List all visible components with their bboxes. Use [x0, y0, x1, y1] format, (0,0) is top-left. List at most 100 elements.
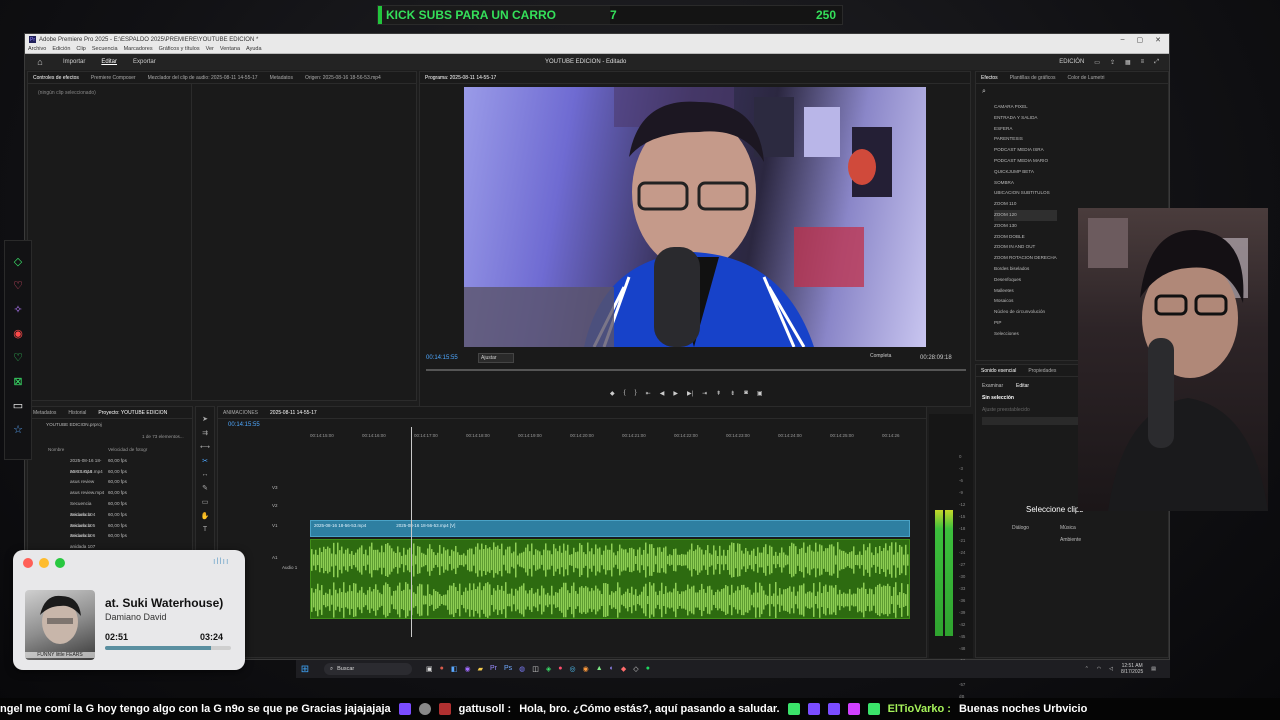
list-item[interactable]: PARENTESIS [994, 134, 1057, 145]
search-icon[interactable]: ⌕ [982, 88, 986, 96]
menu-icon[interactable]: ≡ [1141, 59, 1145, 65]
app-icon[interactable]: ◉ [464, 665, 470, 673]
premiere-app-icon[interactable]: Pr [490, 665, 497, 673]
razor-tool-icon[interactable]: ✂ [202, 457, 208, 465]
tab-lumetri-color[interactable]: Color de Lumetri [1068, 75, 1105, 81]
eye-icon[interactable]: ◉ [13, 327, 23, 341]
out-point-icon[interactable]: } [635, 390, 637, 397]
kick-icon[interactable]: ◇ [14, 255, 22, 269]
ambient-button[interactable]: Ambiente [1060, 537, 1081, 543]
track-select-icon[interactable]: ⇉ [202, 429, 208, 437]
list-item[interactable]: Malleetes [994, 286, 1057, 297]
list-item[interactable]: Desenfoques [994, 275, 1057, 286]
track-label-v1[interactable]: V1 [272, 523, 278, 528]
app-icon[interactable]: ◫ [532, 665, 539, 673]
app-icon[interactable]: ◇ [633, 665, 638, 673]
heart-green-icon[interactable]: ♡ [13, 351, 23, 365]
notification-icon[interactable]: ▤ [1151, 666, 1156, 672]
track-label-a1[interactable]: A1 [272, 555, 278, 560]
list-item[interactable]: Mosaicos [994, 296, 1057, 307]
minimize-dot[interactable] [39, 558, 49, 568]
app-icon[interactable]: ▲ [596, 665, 603, 673]
tab-graphics-templates[interactable]: Plantillas de gráficos [1010, 75, 1056, 81]
ripple-edit-icon[interactable]: ⟷ [200, 443, 210, 451]
list-item[interactable]: PODCAST MEDIA MARIO [994, 156, 1057, 167]
audio-waveform-track[interactable] [310, 539, 910, 619]
tab-history[interactable]: Historial [68, 410, 86, 416]
tab-effect-controls[interactable]: Controles de efectos [33, 75, 79, 81]
list-item[interactable]: QUICKJUMP BETA [994, 167, 1057, 178]
chrome-icon[interactable]: ◎ [570, 665, 576, 673]
type-tool-icon[interactable]: T [203, 526, 207, 533]
tab-metadata[interactable]: Metadatos [270, 75, 293, 81]
lift-icon[interactable]: ⇞ [716, 390, 721, 397]
home-icon[interactable]: ⌂ [25, 57, 55, 67]
list-item[interactable]: Bordes biselados [994, 264, 1057, 275]
tab-essential-sound[interactable]: Sonido esencial [981, 368, 1016, 374]
program-video-frame[interactable] [464, 87, 926, 347]
app-icon[interactable]: ◉ [583, 665, 589, 673]
expand-icon[interactable]: ⤢ [1154, 59, 1159, 66]
step-forward-icon[interactable]: ▶| [687, 390, 693, 397]
list-item[interactable]: CAMARA PIXEL [994, 102, 1057, 113]
workspace-label[interactable]: EDICIÓN [1059, 59, 1084, 65]
tab-editar[interactable]: Editar [93, 59, 125, 65]
program-scrubber[interactable] [426, 369, 966, 371]
menu-ayuda[interactable]: Ayuda [246, 46, 262, 52]
list-item[interactable]: ZOOM IN AND OUT [994, 242, 1057, 253]
table-row[interactable]: ASUS G18.mp4 60,00 fps [28, 467, 192, 478]
folder-icon[interactable]: ▰ [478, 665, 483, 673]
track-label-v3[interactable]: V3 [272, 485, 278, 490]
star4-icon[interactable]: ✧ [13, 303, 22, 317]
list-item[interactable]: PIP [994, 318, 1057, 329]
time-ruler[interactable]: 00:14:15:00 00:14:16:00 00:14:17:00 00:1… [310, 433, 910, 441]
tab-properties[interactable]: Propiedades [1028, 368, 1056, 374]
tab-metadata-2[interactable]: Metadatos [33, 410, 56, 416]
taskbar-search[interactable]: ⌕ Buscar [324, 663, 412, 675]
app-icon[interactable]: ● [558, 665, 562, 673]
share-icon[interactable]: ⇪ [1110, 59, 1115, 66]
col-fps[interactable]: Velocidad de fotogr [108, 445, 147, 456]
menu-edicion[interactable]: Edición [52, 46, 70, 52]
tab-premiere-composer[interactable]: Premiere Composer [91, 75, 136, 81]
playback-progress[interactable] [105, 646, 231, 650]
menu-secuencia[interactable]: Secuencia [92, 46, 118, 52]
table-row[interactable]: asus review.mp4 60,00 fps [28, 488, 192, 499]
table-row[interactable]: asus review 60,00 fps [28, 477, 192, 488]
app-icon[interactable]: ◆ [621, 665, 626, 673]
menu-ver[interactable]: Ver [206, 46, 214, 52]
table-row[interactable]: Secuencia anidada 104 60,00 fps [28, 499, 192, 517]
close-dot[interactable] [23, 558, 33, 568]
list-item[interactable]: SOMBRA [994, 178, 1057, 189]
close-icon[interactable]: ✕ [1155, 36, 1161, 44]
in-point-icon[interactable]: { [624, 390, 626, 397]
go-to-out-icon[interactable]: ⇥ [702, 390, 707, 397]
windows-start-icon[interactable]: ⊞ [296, 664, 314, 675]
heart-icon[interactable]: ♡ [13, 279, 23, 293]
app-icon[interactable]: ◐ [610, 665, 614, 673]
list-item[interactable]: Selecciones [994, 329, 1057, 340]
list-item-selected[interactable]: ZOOM 120 [994, 209, 1057, 221]
menu-marcadores[interactable]: Marcadores [124, 46, 153, 52]
tab-source[interactable]: Origen: 2025-08-16 18-56-53.mp4 [305, 75, 381, 81]
list-item[interactable]: ZOOM ROTACION DERECHA [994, 253, 1057, 264]
tab-project[interactable]: Proyecto: YOUTUBE EDICION [98, 410, 167, 416]
menu-graficos[interactable]: Gráficos y títulos [159, 46, 200, 52]
discord-icon[interactable]: ◍ [519, 665, 525, 673]
minimize-icon[interactable]: – [1121, 36, 1125, 44]
zoom-fit-select[interactable]: Ajustar [478, 353, 514, 363]
play-icon[interactable]: ▶ [673, 390, 678, 397]
maximize-icon[interactable]: ▢ [1137, 36, 1144, 44]
pen-tool-icon[interactable]: ✎ [202, 484, 208, 492]
hand-tool-icon[interactable]: ✋ [201, 512, 210, 520]
task-view-icon[interactable]: ▣ [426, 665, 433, 673]
step-back-icon[interactable]: ◀ [660, 390, 665, 397]
music-button[interactable]: Música [1060, 525, 1076, 531]
list-item[interactable]: ESFERA [994, 124, 1057, 135]
menu-ventana[interactable]: Ventana [220, 46, 240, 52]
col-name[interactable]: Nombre [28, 445, 108, 456]
tab-animaciones[interactable]: ANIMACIONES [223, 410, 258, 416]
chat-icon[interactable]: ▭ [13, 399, 23, 413]
spotify-icon[interactable]: ● [646, 665, 650, 673]
layout-icon[interactable]: ▦ [1125, 59, 1131, 66]
